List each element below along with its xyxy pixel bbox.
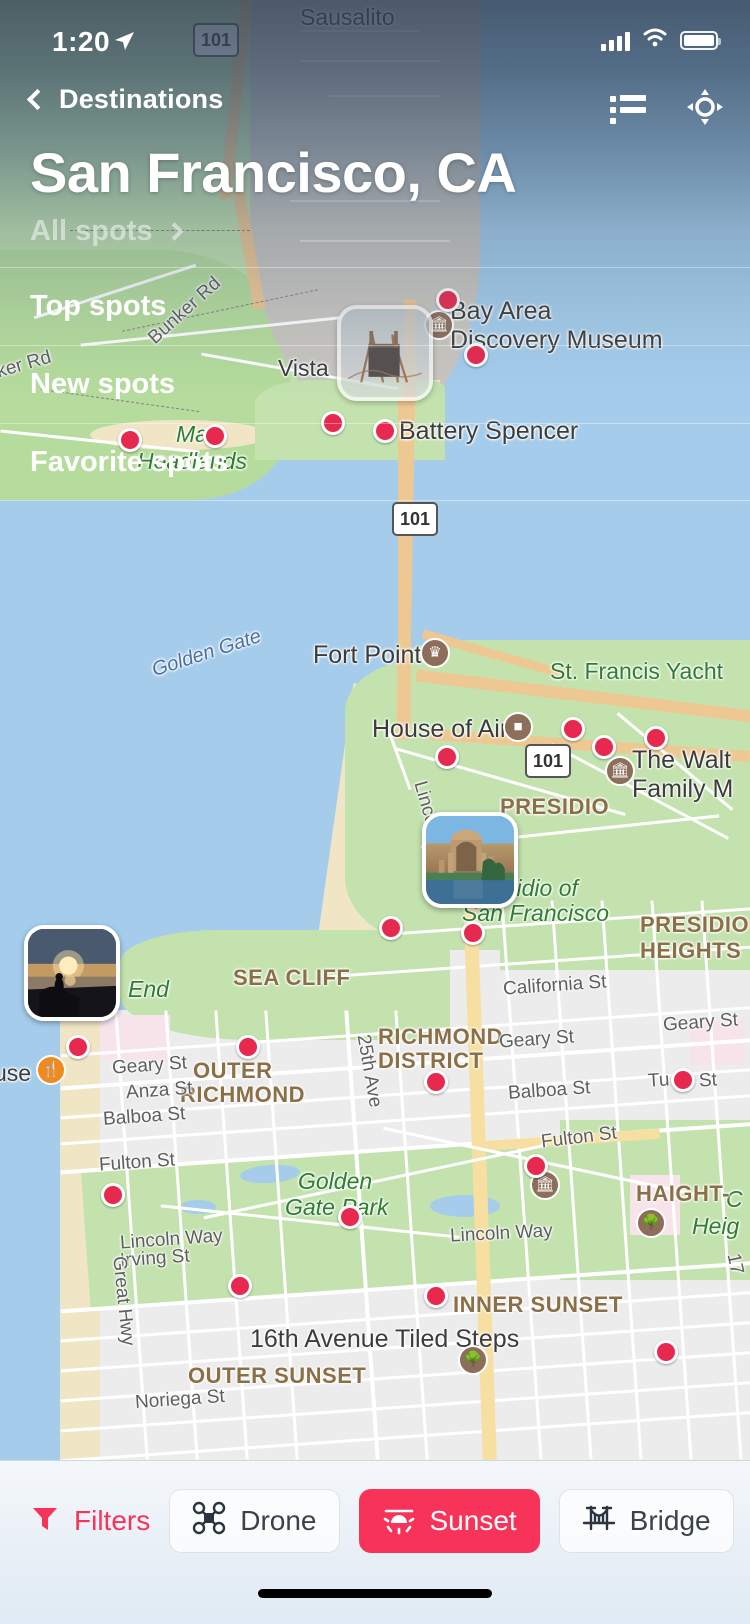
map-pin[interactable] xyxy=(592,735,616,759)
list-view-icon[interactable] xyxy=(610,94,646,125)
highway-shield-101-presidio: 101 xyxy=(525,744,571,778)
bridge-icon xyxy=(582,1501,616,1542)
wifi-icon xyxy=(642,28,668,53)
all-spots-button[interactable]: All spots xyxy=(30,215,185,248)
status-bar-indicators xyxy=(601,28,721,53)
funnel-icon xyxy=(30,1503,60,1540)
poi-attraction-icon[interactable]: ■ xyxy=(503,712,533,742)
poi-zoo-icon[interactable]: 🌳 xyxy=(458,1345,488,1375)
filter-chip-label: Sunset xyxy=(429,1505,517,1536)
filter-chip-bridge[interactable]: Bridge xyxy=(558,1489,734,1553)
map-pin[interactable] xyxy=(66,1035,90,1059)
chevron-right-icon xyxy=(165,222,185,241)
map-pin[interactable] xyxy=(236,1035,260,1059)
map-pin[interactable] xyxy=(524,1154,548,1178)
battery-icon xyxy=(680,31,721,50)
poi-museum-icon[interactable]: 🏛 xyxy=(605,756,635,786)
menu-item-top-spots[interactable]: Top spots xyxy=(0,267,750,345)
location-arrow-icon xyxy=(113,30,135,57)
locate-me-icon[interactable] xyxy=(686,88,724,131)
callout-lands-end-sunset-photo[interactable] xyxy=(24,925,120,1021)
poi-fort-icon[interactable]: ♛ xyxy=(420,638,450,668)
map-pin[interactable] xyxy=(424,1070,448,1094)
map-pin[interactable] xyxy=(461,921,485,945)
highway-shield-101-bridge: 101 xyxy=(392,502,438,536)
phone-screen: Sausalito Bay Area Discovery Museum Vist… xyxy=(0,0,750,1624)
map-pin[interactable] xyxy=(101,1183,125,1207)
map-pin[interactable] xyxy=(379,916,403,940)
map-pin[interactable] xyxy=(435,745,459,769)
filter-row: Filters Drone Sunset Bridge xyxy=(0,1487,750,1555)
page-title: San Francisco, CA xyxy=(30,141,517,204)
poi-restaurant-icon[interactable]: 🍴 xyxy=(36,1055,66,1085)
map-pin[interactable] xyxy=(654,1340,678,1364)
map-pin[interactable] xyxy=(338,1205,362,1229)
callout-palace-of-fine-arts-photo[interactable] xyxy=(422,812,518,908)
menu-item-label: New spots xyxy=(30,368,176,400)
map-pin[interactable] xyxy=(644,726,668,750)
menu-item-favorite-spots[interactable]: Favorite spots xyxy=(0,423,750,501)
map-pin[interactable] xyxy=(671,1068,695,1092)
status-bar-time: 1:20 xyxy=(52,26,111,57)
sunset-icon xyxy=(382,1501,416,1542)
menu-item-new-spots[interactable]: New spots xyxy=(0,345,750,423)
filter-chip-label: Drone xyxy=(240,1505,317,1536)
filters-label: Filters xyxy=(74,1505,151,1536)
chevron-left-icon xyxy=(26,88,49,111)
filter-chip-drone[interactable]: Drone xyxy=(169,1489,340,1553)
nav-actions xyxy=(610,88,724,131)
menu-item-label: Favorite spots xyxy=(30,445,229,478)
bottom-filter-bar: Filters Drone Sunset Bridge xyxy=(0,1460,750,1624)
filter-chip-sunset[interactable]: Sunset xyxy=(358,1489,540,1553)
cellular-signal-icon xyxy=(601,31,630,51)
filters-button[interactable]: Filters xyxy=(30,1503,150,1540)
menu-item-label: Top spots xyxy=(30,290,167,322)
back-button-label: Destinations xyxy=(59,84,224,114)
map-pin[interactable] xyxy=(561,717,585,741)
drone-icon xyxy=(192,1501,226,1542)
spots-menu: Top spots New spots Favorite spots xyxy=(0,267,750,501)
status-bar: 1:20 xyxy=(0,0,750,76)
filter-chip-label: Bridge xyxy=(629,1505,711,1536)
map-pin[interactable] xyxy=(228,1274,252,1298)
map-pin[interactable] xyxy=(424,1284,448,1308)
navigation-bar: Destinations xyxy=(0,84,750,140)
all-spots-label: All spots xyxy=(30,215,153,247)
poi-garden-icon[interactable]: 🌳 xyxy=(636,1208,666,1238)
home-indicator xyxy=(258,1589,492,1598)
back-button[interactable]: Destinations xyxy=(26,84,224,115)
